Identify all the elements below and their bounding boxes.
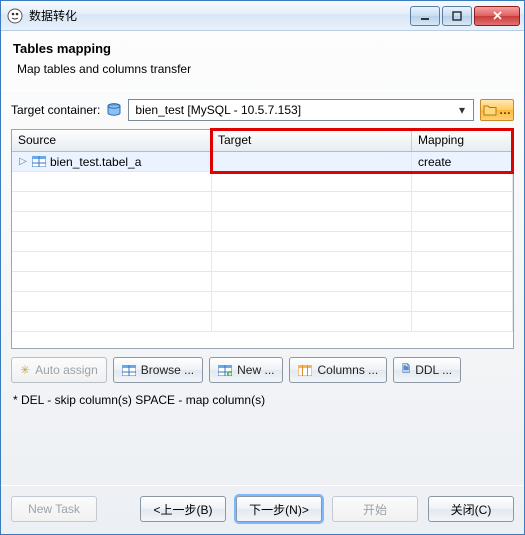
folder-icon [483, 104, 497, 116]
new-task-button[interactable]: New Task [11, 496, 97, 522]
chevron-down-icon: ▾ [455, 103, 469, 117]
app-icon [7, 8, 23, 24]
column-header-mapping[interactable]: Mapping [412, 130, 513, 151]
table-new-icon [218, 365, 232, 376]
wand-icon: ✳ [20, 363, 30, 377]
page-title: Tables mapping [13, 41, 514, 56]
auto-assign-button[interactable]: ✳ Auto assign [11, 357, 107, 383]
table-header: Source Target Mapping [12, 130, 513, 152]
cell-target[interactable] [212, 152, 412, 171]
database-icon [106, 102, 122, 118]
columns-icon [298, 365, 312, 376]
cell-source-text: bien_test.tabel_a [50, 155, 141, 169]
browse-folder-button[interactable]: … [480, 99, 514, 121]
column-header-source[interactable]: Source [12, 130, 212, 151]
window-title: 数据转化 [29, 7, 410, 24]
ellipsis-icon: … [499, 103, 511, 117]
target-container-value: bien_test [MySQL - 10.5.7.153] [135, 103, 301, 117]
maximize-button[interactable] [442, 6, 472, 26]
column-header-target[interactable]: Target [212, 130, 412, 151]
table-icon [122, 365, 136, 376]
close-window-button[interactable] [474, 6, 520, 26]
hint-text: * DEL - skip column(s) SPACE - map colum… [13, 393, 512, 407]
ddl-button[interactable]: 🗎 DDL ... [393, 357, 461, 383]
titlebar: 数据转化 [1, 1, 524, 31]
target-container-label: Target container: [11, 103, 100, 117]
new-button[interactable]: New ... [209, 357, 283, 383]
next-button[interactable]: 下一步(N)> [236, 496, 322, 522]
close-button[interactable]: 关闭(C) [428, 496, 514, 522]
cell-mapping[interactable]: create [412, 152, 513, 171]
back-button[interactable]: <上一步(B) [140, 496, 226, 522]
table-row[interactable]: ▷ bien_test.tabel_a create [12, 152, 513, 172]
page-subtitle: Map tables and columns transfer [17, 62, 514, 76]
ddl-icon: 🗎 [402, 362, 410, 379]
mapping-table[interactable]: Source Target Mapping ▷ bien_test.tabel_… [11, 129, 514, 349]
start-button[interactable]: 开始 [332, 496, 418, 522]
expand-toggle-icon[interactable]: ▷ [18, 156, 28, 167]
minimize-button[interactable] [410, 6, 440, 26]
target-container-select[interactable]: bien_test [MySQL - 10.5.7.153] ▾ [128, 99, 474, 121]
table-icon [32, 156, 46, 167]
columns-button[interactable]: Columns ... [289, 357, 387, 383]
browse-button[interactable]: Browse ... [113, 357, 203, 383]
cell-source[interactable]: ▷ bien_test.tabel_a [12, 152, 212, 171]
